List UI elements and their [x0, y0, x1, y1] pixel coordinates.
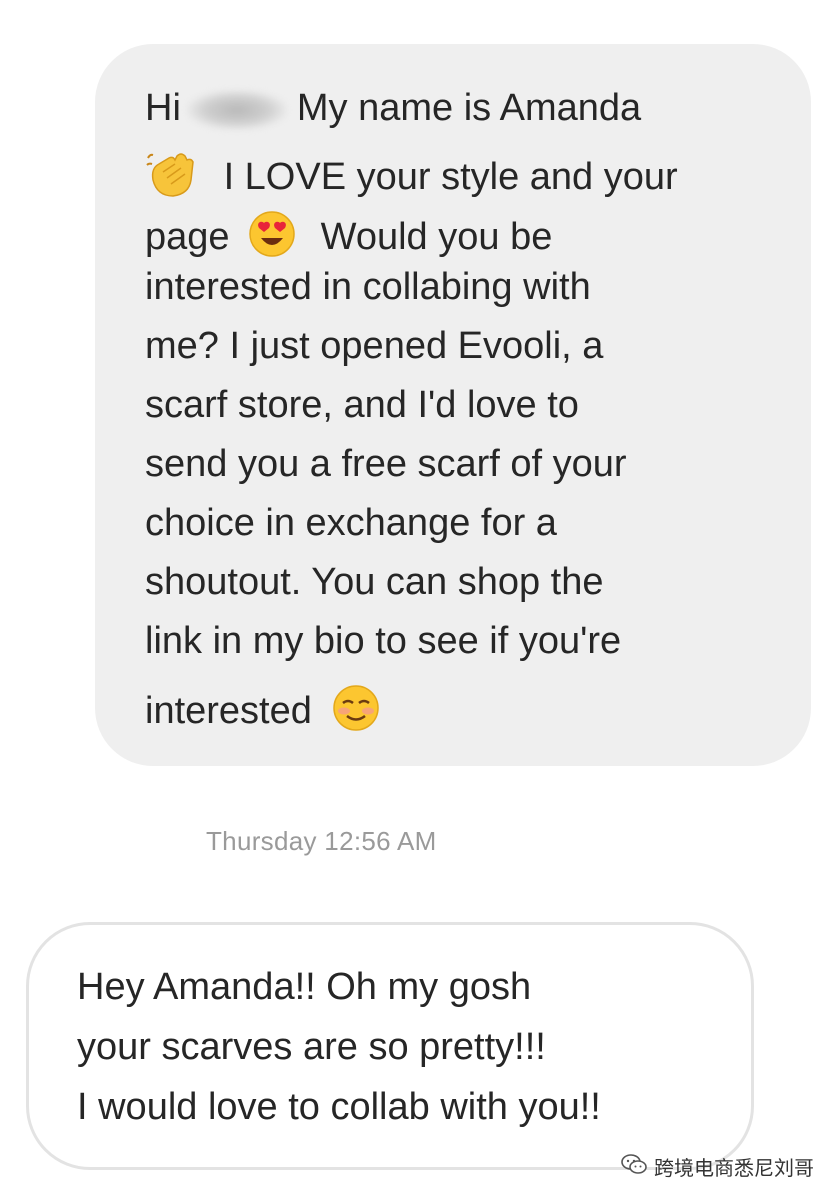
message-line-11: interested [145, 684, 380, 742]
reply-line-3: I would love to collab with you!! [77, 1086, 601, 1128]
message-line-3: page Would you be [145, 210, 552, 268]
incoming-message-bubble[interactable]: Hi My name is Amanda I LOVE your style an… [95, 44, 811, 766]
message-line-10: link in my bio to see if you're [145, 620, 622, 662]
message-line-1: Hi My name is Amanda [145, 86, 641, 130]
watermark-text: 跨境电商悉尼刘哥 [654, 1156, 814, 1180]
message-line-4: interested in collabing with [145, 266, 591, 308]
redacted-name [186, 89, 287, 130]
outgoing-message-bubble[interactable]: Hey Amanda!! Oh my gosh your scarves are… [26, 922, 754, 1170]
wechat-icon [620, 1153, 648, 1180]
message-text: interested [145, 690, 312, 733]
reply-line-1: Hey Amanda!! Oh my gosh [77, 966, 532, 1008]
message-text: page [145, 216, 230, 259]
message-line-6: scarf store, and I'd love to [145, 384, 579, 426]
message-line-8: choice in exchange for a [145, 502, 557, 544]
message-text: Would you be [320, 216, 553, 259]
message-timestamp: Thursday 12:56 AM [206, 826, 437, 856]
message-text: I LOVE your style and your [223, 156, 678, 199]
smiling-blush-emoji [332, 684, 380, 742]
reply-line-2: your scarves are so pretty!!! [77, 1026, 546, 1068]
message-line-5: me? I just opened Evooli, a [145, 325, 604, 367]
heart-eyes-emoji [248, 210, 296, 268]
watermark: 跨境电商悉尼刘哥 [620, 1152, 814, 1181]
message-text: Hi [145, 87, 181, 129]
message-text: My name is Amanda [296, 87, 642, 129]
message-line-7: send you a free scarf of your [145, 443, 627, 485]
message-line-9: shoutout. You can shop the [145, 561, 604, 603]
message-line-2: I LOVE your style and your [145, 150, 678, 208]
waving-hand-emoji [145, 150, 197, 208]
